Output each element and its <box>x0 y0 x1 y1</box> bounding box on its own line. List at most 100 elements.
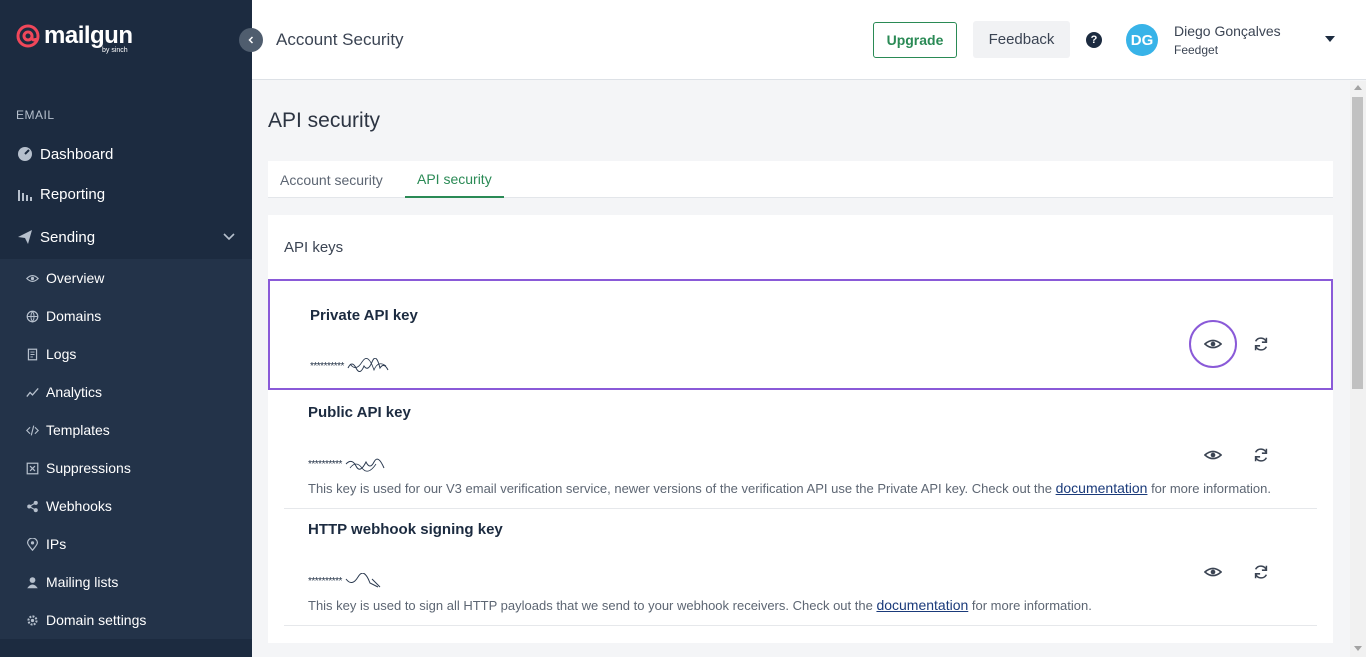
key-description-suffix: for more information. <box>968 598 1092 613</box>
documentation-link[interactable]: documentation <box>876 597 968 613</box>
sidebar-item-reporting[interactable]: Reporting <box>0 174 252 214</box>
card-title: API keys <box>284 239 344 256</box>
sidebar-item-domains[interactable]: Domains <box>0 297 252 335</box>
scrollbar-thumb[interactable] <box>1352 97 1363 389</box>
mailgun-logo[interactable]: mailgun <box>16 22 133 50</box>
chevron-left-icon <box>248 36 254 44</box>
sidebar-item-label: IPs <box>46 536 67 552</box>
sidebar-item-suppressions[interactable]: Suppressions <box>0 449 252 487</box>
sidebar-item-domain-settings[interactable]: Domain settings <box>0 601 252 639</box>
sidebar-item-dashboard[interactable]: Dashboard <box>0 134 252 174</box>
reveal-key-button[interactable] <box>1189 320 1237 368</box>
refresh-icon <box>1254 565 1268 579</box>
account-dropdown-caret-icon[interactable] <box>1325 36 1335 42</box>
sidebar-item-templates[interactable]: Templates <box>0 411 252 449</box>
key-masked-value: ********** <box>308 456 388 472</box>
redacted-scribble <box>345 573 381 588</box>
key-description-text: This key is used for our V3 email verifi… <box>308 481 1056 496</box>
sidebar-item-label: Suppressions <box>46 460 131 476</box>
row-divider <box>284 625 1317 626</box>
refresh-icon <box>1254 337 1268 351</box>
api-keys-card: API keys Private API key ********** Publ… <box>268 215 1333 643</box>
key-masked-value: ********** <box>310 358 390 374</box>
private-api-key-row: Private API key ********** <box>268 279 1333 390</box>
sidebar-item-mailing-lists[interactable]: Mailing lists <box>0 563 252 601</box>
sidebar-item-label: Analytics <box>46 384 103 400</box>
redacted-scribble <box>347 358 389 372</box>
key-mask-stars: ********** <box>308 458 342 470</box>
scroll-up-arrow-icon[interactable] <box>1354 85 1362 90</box>
brand-name: mailgun <box>44 22 133 49</box>
upgrade-button[interactable]: Upgrade <box>873 22 957 58</box>
key-mask-stars: ********** <box>310 360 344 372</box>
sidebar-item-logs[interactable]: Logs <box>0 335 252 373</box>
tab-account-security[interactable]: Account security <box>268 161 395 198</box>
key-name: Public API key <box>308 404 411 421</box>
avatar[interactable]: DG <box>1126 24 1158 56</box>
webhooks-icon <box>25 499 39 513</box>
user-name[interactable]: Diego Gonçalves <box>1174 23 1281 39</box>
reveal-key-button[interactable] <box>1189 431 1237 479</box>
key-description-suffix: for more information. <box>1147 481 1271 496</box>
help-icon[interactable]: ? <box>1086 32 1102 48</box>
sidebar-item-label: Domains <box>46 308 102 324</box>
key-masked-value: ********** <box>308 573 388 589</box>
documentation-link[interactable]: documentation <box>1056 480 1148 496</box>
eye-icon <box>1204 450 1222 460</box>
suppressions-icon <box>25 461 39 475</box>
scroll-down-arrow-icon[interactable] <box>1354 646 1362 651</box>
rotate-key-button[interactable] <box>1249 332 1273 356</box>
location-pin-icon <box>25 537 39 551</box>
sidebar-item-label: Sending <box>40 228 96 246</box>
key-description-text: This key is used to sign all HTTP payloa… <box>308 598 877 613</box>
redacted-scribble <box>345 458 385 472</box>
key-name: Private API key <box>310 307 418 324</box>
eye-icon <box>25 271 39 285</box>
sidebar-item-analytics[interactable]: Analytics <box>0 373 252 411</box>
gear-icon <box>25 613 39 627</box>
dashboard-icon <box>16 145 34 163</box>
analytics-icon <box>25 385 39 399</box>
key-description: This key is used to sign all HTTP payloa… <box>308 597 1092 613</box>
user-org: Feedget <box>1174 43 1219 57</box>
sidebar-item-label: Webhooks <box>46 498 112 514</box>
sidebar-item-label: Overview <box>46 270 105 286</box>
feedback-button[interactable]: Feedback <box>973 21 1070 58</box>
page-title: API security <box>268 109 381 132</box>
chevron-down-icon[interactable] <box>222 229 236 243</box>
sidebar-item-label: Dashboard <box>40 145 114 163</box>
mailgun-at-icon <box>16 24 40 48</box>
sidebar-item-label: Templates <box>46 422 110 438</box>
webhook-signing-key-row: HTTP webhook signing key ********** This… <box>268 509 1333 625</box>
sidebar-item-overview[interactable]: Overview <box>0 259 252 297</box>
globe-icon <box>25 309 39 323</box>
key-description: This key is used for our V3 email verifi… <box>308 480 1271 496</box>
brand-sub: by sinch <box>102 47 128 54</box>
sending-icon <box>16 228 34 246</box>
key-mask-stars: ********** <box>308 575 342 587</box>
key-name: HTTP webhook signing key <box>308 521 503 538</box>
sidebar-item-ips[interactable]: IPs <box>0 525 252 563</box>
reporting-icon <box>16 185 34 203</box>
sidebar-item-label: Mailing lists <box>46 574 119 590</box>
refresh-icon <box>1254 448 1268 462</box>
collapse-sidebar-button[interactable] <box>239 28 263 52</box>
rotate-key-button[interactable] <box>1249 443 1273 467</box>
eye-icon <box>1204 567 1222 577</box>
section-label-email: EMAIL <box>16 108 55 122</box>
sidebar-item-label: Domain settings <box>46 612 147 628</box>
public-api-key-row: Public API key ********** This key is us… <box>268 390 1333 508</box>
main-content: API security Account security API securi… <box>252 81 1350 657</box>
user-icon <box>25 575 39 589</box>
code-icon <box>25 423 39 437</box>
eye-icon <box>1204 339 1222 349</box>
tab-api-security[interactable]: API security <box>405 161 504 198</box>
reveal-key-button[interactable] <box>1189 548 1237 596</box>
sidebar: mailgun by sinch EMAIL Dashboard Reporti… <box>0 0 252 657</box>
rotate-key-button[interactable] <box>1249 560 1273 584</box>
sidebar-item-sending[interactable]: Sending <box>0 217 252 257</box>
sidebar-item-label: Reporting <box>40 185 106 203</box>
sidebar-item-webhooks[interactable]: Webhooks <box>0 487 252 525</box>
sidebar-item-label: Logs <box>46 346 77 362</box>
top-header: Account Security Upgrade Feedback ? DG D… <box>252 0 1366 80</box>
